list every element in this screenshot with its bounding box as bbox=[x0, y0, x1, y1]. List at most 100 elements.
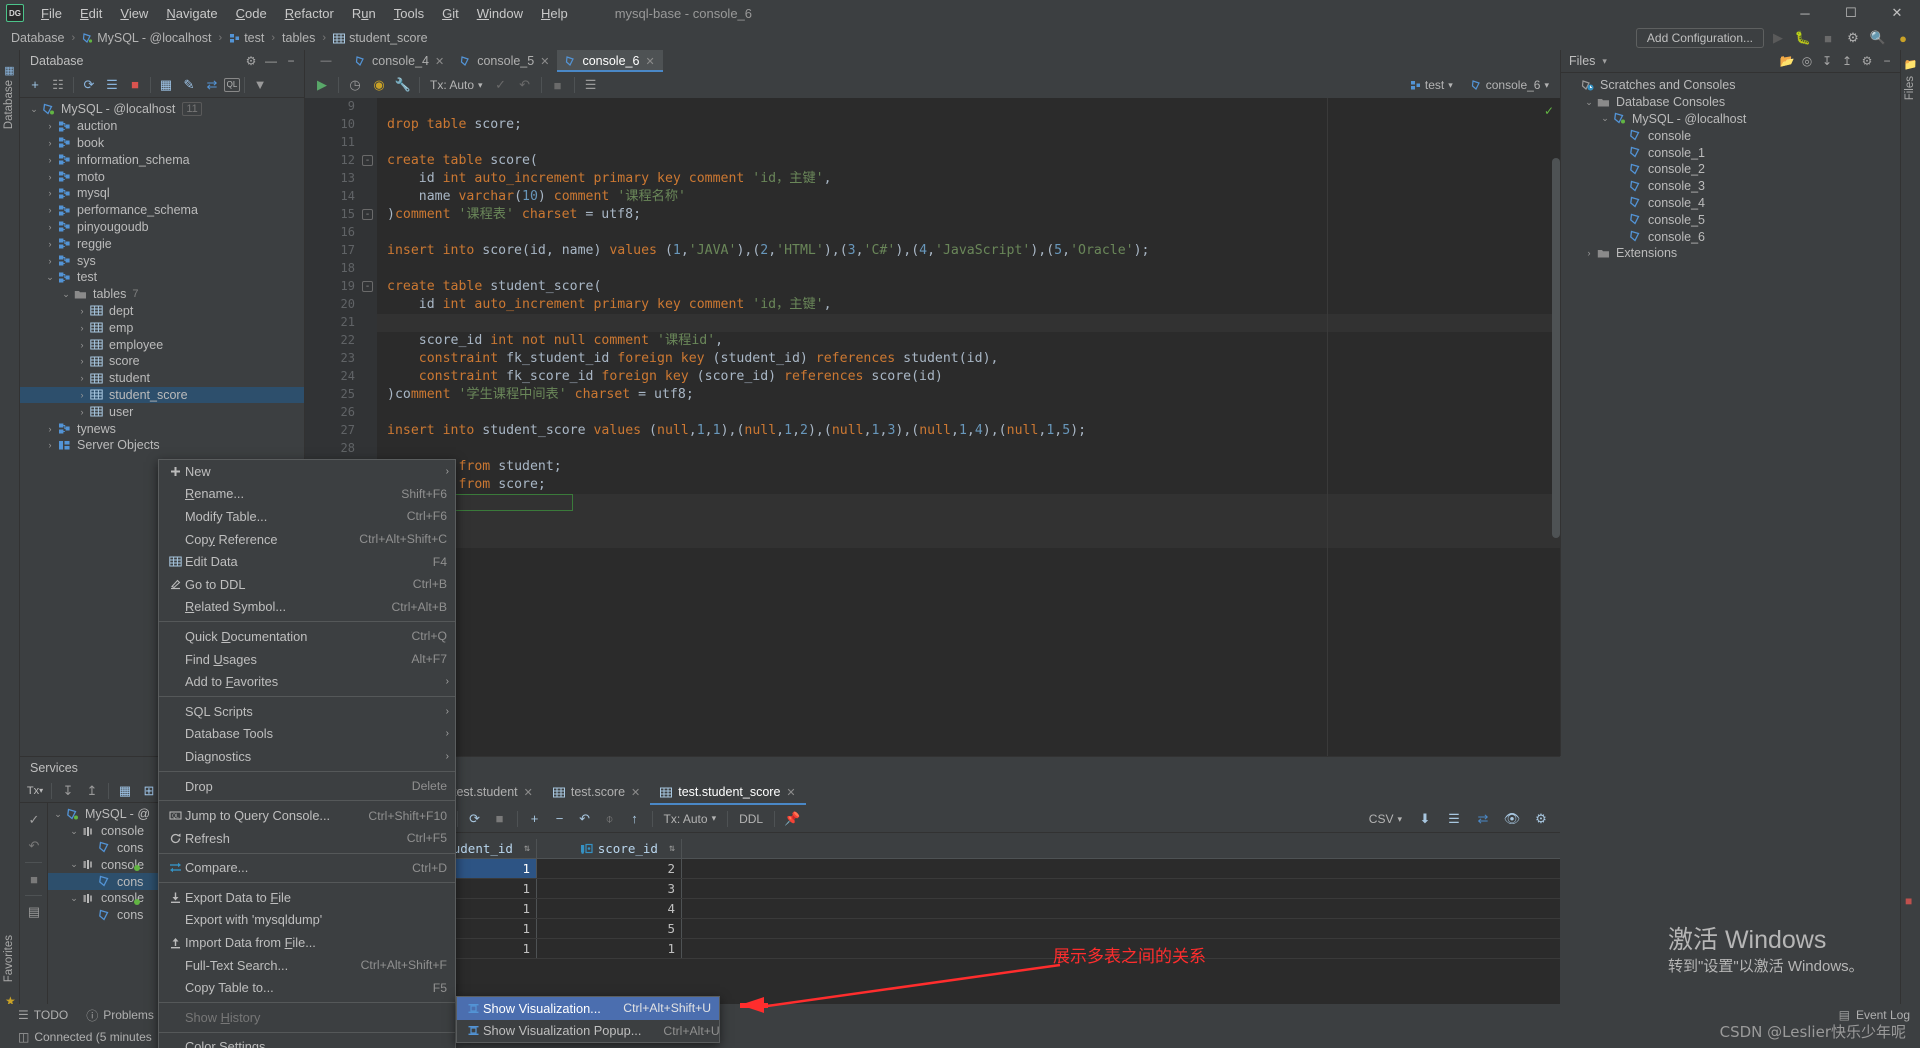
tabs-dropdown-icon[interactable]: — bbox=[305, 50, 347, 72]
db-node-auction[interactable]: › auction bbox=[20, 118, 304, 135]
export-format-picker[interactable]: CSV ▾ bbox=[1364, 811, 1407, 827]
table-context-menu[interactable]: New › Rename... Shift+F6 Modify Table... Ctrl… bbox=[158, 459, 456, 1048]
console-picker[interactable]: console_6 ▾ bbox=[1466, 77, 1554, 93]
grid-row[interactable]: 414 bbox=[305, 899, 1560, 919]
breadcrumb-database[interactable]: Database bbox=[8, 30, 68, 46]
code-fold-icon[interactable]: - bbox=[362, 281, 373, 292]
compare-icon[interactable]: ⇄ bbox=[201, 74, 223, 96]
ctx-export-data-to-file[interactable]: Export Data to File bbox=[159, 886, 455, 909]
grid-cell-score_id[interactable]: 4 bbox=[537, 899, 682, 918]
ctx-refresh[interactable]: Refresh Ctrl+F5 bbox=[159, 827, 455, 850]
menu-item-view[interactable]: View bbox=[111, 3, 157, 24]
sort-icon[interactable]: ⇅ bbox=[669, 843, 675, 854]
ctx-compare[interactable]: Compare... Ctrl+D bbox=[159, 857, 455, 880]
run-sql-icon[interactable]: ☰ bbox=[101, 74, 123, 96]
menu-item-run[interactable]: Run bbox=[343, 3, 385, 24]
files-node-mysql-localhost[interactable]: ⌄ MySQL - @localhost bbox=[1561, 111, 1900, 128]
maximize-button[interactable]: ☐ bbox=[1828, 0, 1874, 26]
grid-cell-score_id[interactable]: 2 bbox=[537, 859, 682, 878]
add-icon[interactable]: + bbox=[24, 74, 46, 96]
stop-icon[interactable]: ■ bbox=[547, 74, 569, 96]
db-node-emp[interactable]: › emp bbox=[20, 319, 304, 336]
chevron-down-icon[interactable]: ⌄ bbox=[28, 104, 40, 115]
chevron-right-icon[interactable]: › bbox=[76, 323, 88, 333]
db-node-mysql[interactable]: › mysql bbox=[20, 185, 304, 202]
ctx-database-tools[interactable]: Database Tools › bbox=[159, 723, 455, 746]
ctx-add-to-favorites[interactable]: Add to Favorites › bbox=[159, 670, 455, 693]
strip-label-favorites[interactable]: Favorites bbox=[3, 935, 15, 982]
db-node-sys[interactable]: › sys bbox=[20, 252, 304, 269]
locate-icon[interactable]: ◎ bbox=[1798, 52, 1816, 70]
db-node-user[interactable]: › user bbox=[20, 403, 304, 420]
chevron-down-icon[interactable]: ⌄ bbox=[68, 859, 80, 870]
pin-icon[interactable]: 📌 bbox=[781, 808, 803, 830]
rollback-icon[interactable]: ↶ bbox=[514, 74, 536, 96]
editor-scrollbar[interactable] bbox=[1552, 158, 1560, 538]
ctx-sql-scripts[interactable]: SQL Scripts › bbox=[159, 700, 455, 723]
grid-cell-score_id[interactable]: 3 bbox=[537, 879, 682, 898]
submenu-show-visualization-popup[interactable]: Show Visualization Popup... Ctrl+Alt+U bbox=[457, 1020, 720, 1043]
gear-icon[interactable]: ⚙ bbox=[1530, 808, 1552, 830]
close-button[interactable]: ✕ bbox=[1874, 0, 1920, 26]
menu-item-code[interactable]: Code bbox=[227, 3, 276, 24]
revert-icon[interactable]: ↶ bbox=[574, 808, 596, 830]
code-editor[interactable]: 9 10 11 12-13 14 15-16 17 18 19-20 21 22 23 24 25 26 27… bbox=[305, 98, 1560, 756]
chevron-right-icon[interactable]: › bbox=[76, 373, 88, 383]
hide-icon[interactable]: − bbox=[1878, 52, 1896, 70]
files-node-database-consoles[interactable]: ⌄ Database Consoles bbox=[1561, 94, 1900, 111]
files-node-extensions[interactable]: › Extensions bbox=[1561, 245, 1900, 262]
db-node-mysql-localhost[interactable]: ⌄ MySQL - @localhost 11 bbox=[20, 101, 304, 118]
results-tab-test-score[interactable]: test.score ✕ bbox=[543, 779, 650, 805]
refresh-icon[interactable]: ⟳ bbox=[464, 808, 486, 830]
run-icon[interactable]: ▶ bbox=[1767, 28, 1789, 48]
chevron-down-icon[interactable]: ⌄ bbox=[60, 289, 72, 300]
ctx-color-settings[interactable]: Color Settings... bbox=[159, 1036, 455, 1048]
db-node-dept[interactable]: › dept bbox=[20, 303, 304, 320]
chevron-right-icon[interactable]: › bbox=[44, 256, 56, 266]
chevron-right-icon[interactable]: › bbox=[76, 390, 88, 400]
edit-icon[interactable]: ✎ bbox=[178, 74, 200, 96]
chevron-right-icon[interactable]: › bbox=[44, 188, 56, 198]
menu-item-file[interactable]: FFileile bbox=[32, 3, 71, 24]
copy-icon[interactable]: ☷ bbox=[47, 74, 69, 96]
close-icon[interactable]: ✕ bbox=[786, 786, 795, 799]
grid-row[interactable]: 313 bbox=[305, 879, 1560, 899]
stop-icon[interactable]: ■ bbox=[20, 866, 48, 892]
collapse-all-icon[interactable]: ↥ bbox=[81, 780, 103, 802]
files-tree[interactable]: Scratches and Consoles ⌄ Database Consoles… bbox=[1561, 72, 1900, 262]
chevron-right-icon[interactable]: › bbox=[44, 440, 56, 450]
ctx-copy-table-to[interactable]: Copy Table to... F5 bbox=[159, 976, 455, 999]
menu-item-git[interactable]: Git bbox=[433, 3, 468, 24]
chevron-right-icon[interactable]: › bbox=[44, 239, 56, 249]
hide-icon[interactable]: − bbox=[282, 52, 300, 70]
open-folder-icon[interactable]: 📂 bbox=[1778, 52, 1796, 70]
strip-label-files[interactable]: Files bbox=[1904, 76, 1916, 100]
breadcrumb-schema[interactable]: test bbox=[226, 30, 267, 46]
ctx-modify-table[interactable]: Modify Table... Ctrl+F6 bbox=[159, 505, 455, 528]
chevron-down-icon[interactable]: ⌄ bbox=[68, 893, 80, 904]
close-icon[interactable]: ✕ bbox=[631, 786, 640, 799]
output-icon[interactable]: ☰ bbox=[580, 74, 602, 96]
search-icon[interactable]: 🔍 bbox=[1867, 28, 1889, 48]
chevron-right-icon[interactable]: › bbox=[44, 205, 56, 215]
group-icon[interactable]: ▦ bbox=[114, 780, 136, 802]
grid-cell-score_id[interactable]: 1 bbox=[537, 939, 682, 958]
chevron-right-icon[interactable]: › bbox=[44, 155, 56, 165]
run-icon[interactable]: ▶ bbox=[311, 74, 333, 96]
db-node-server-objects[interactable]: › Server Objects bbox=[20, 437, 304, 454]
refresh-icon[interactable]: ⟳ bbox=[78, 74, 100, 96]
stop-icon[interactable]: ■ bbox=[1817, 28, 1839, 48]
editor-tab-console_4[interactable]: console_4 ✕ bbox=[347, 50, 452, 72]
editor-tab-console_6[interactable]: console_6 ✕ bbox=[557, 50, 663, 72]
table-icon[interactable]: ▦ bbox=[155, 74, 177, 96]
ctx-rename[interactable]: Rename... Shift+F6 bbox=[159, 483, 455, 506]
ctx-find-usages[interactable]: Find Usages Alt+F7 bbox=[159, 648, 455, 671]
settings-icon[interactable]: ⚙ bbox=[1842, 28, 1864, 48]
revert-selected-icon[interactable]: ⌽ bbox=[599, 808, 621, 830]
breadcrumb-table[interactable]: student_score bbox=[330, 30, 431, 46]
db-node-performance_schema[interactable]: › performance_schema bbox=[20, 202, 304, 219]
collapse-all-icon[interactable]: ↥ bbox=[1838, 52, 1856, 70]
history-icon[interactable]: ◷ bbox=[344, 74, 366, 96]
chevron-down-icon[interactable]: ⌄ bbox=[1583, 97, 1595, 108]
chevron-right-icon[interactable]: › bbox=[76, 356, 88, 366]
